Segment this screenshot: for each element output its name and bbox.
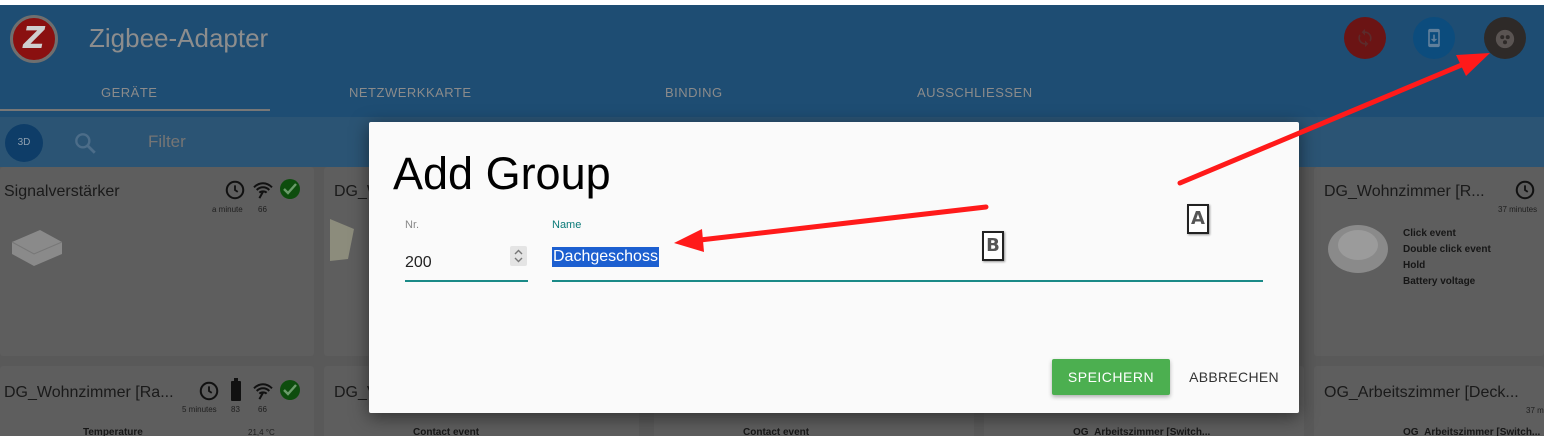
annotation-arrows bbox=[674, 53, 1490, 252]
annotation-label-a: A bbox=[1187, 204, 1209, 234]
arrow-to-name-field bbox=[674, 204, 989, 252]
annotation-label-b: B bbox=[982, 231, 1004, 261]
arrow-to-group-button bbox=[1177, 53, 1490, 186]
